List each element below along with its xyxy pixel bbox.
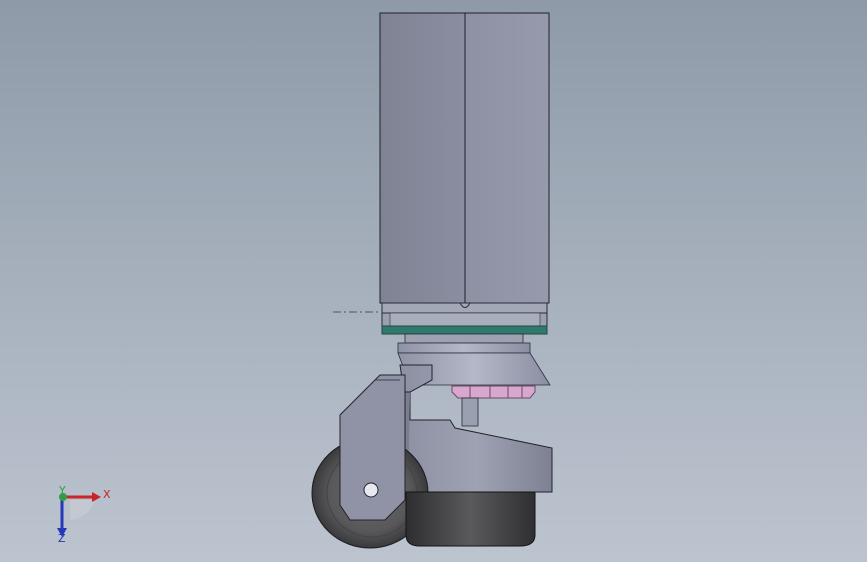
post-left-face: [379, 12, 466, 304]
wheel-bracket[interactable]: [339, 374, 406, 521]
axle-bolt: [363, 482, 379, 498]
square-post[interactable]: [379, 12, 550, 304]
x-axis-arrowhead: [92, 492, 101, 502]
reference-triad[interactable]: X Y Z: [57, 484, 111, 545]
threaded-stem: [461, 397, 479, 427]
y-axis-label: Y: [58, 484, 66, 497]
mount-plate[interactable]: [381, 302, 548, 327]
adjust-nut[interactable]: [451, 385, 536, 399]
leveling-foot[interactable]: [405, 491, 536, 547]
x-axis-label: X: [103, 488, 111, 501]
graphics-viewport[interactable]: X Y Z: [0, 0, 867, 562]
post-right-face: [464, 12, 550, 304]
z-axis-label: Z: [58, 532, 66, 545]
rubber-pad: [381, 325, 548, 335]
triad-shadow: [70, 500, 95, 520]
